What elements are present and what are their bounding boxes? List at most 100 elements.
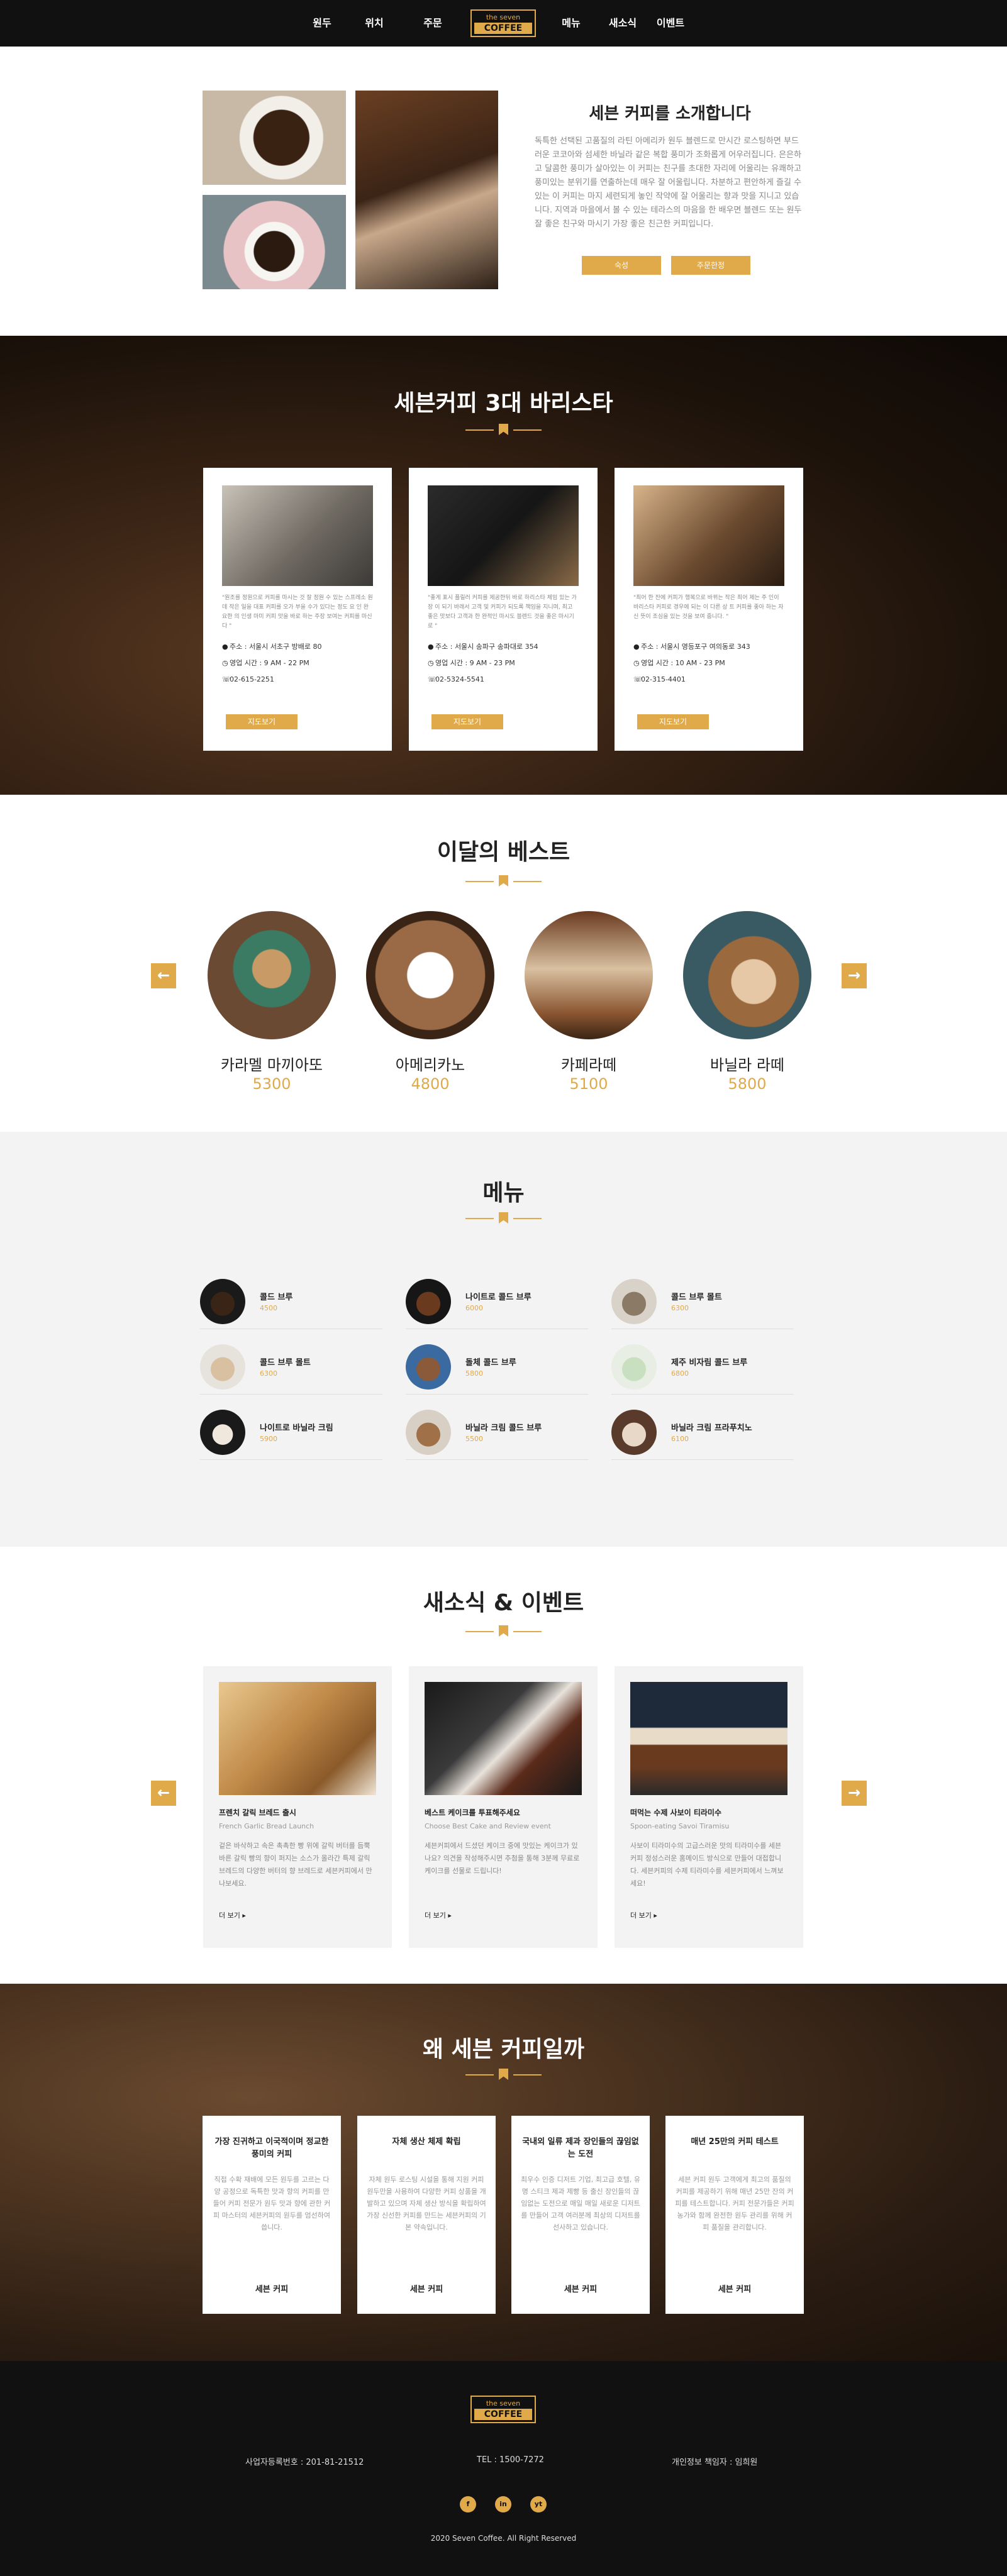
news-card[interactable]: 떠먹는 수제 사보이 티라미수 Spoon-eating Savoi Tiram… [615, 1666, 803, 1948]
barista-hours: ◷ 영업 시간 : 9 AM - 22 PM [222, 658, 373, 669]
bookmark-icon [499, 424, 508, 435]
more-link[interactable]: 더 보기 ▸ [425, 1910, 452, 1920]
bookmark-icon [499, 875, 508, 887]
news-card-desc: 겉은 바삭하고 속은 촉촉한 빵 위에 갈릭 버터를 듬뿍 바른 갈릭 빵의 향… [219, 1842, 372, 1888]
menu-item-photo [406, 1279, 451, 1324]
best-item-photo[interactable] [208, 911, 336, 1039]
logo[interactable]: the seven COFFEE [470, 9, 536, 37]
more-link[interactable]: 더 보기 ▸ [630, 1910, 657, 1920]
best-item-photo[interactable] [525, 911, 653, 1039]
location-icon: ● [222, 643, 228, 651]
arrow-left-icon[interactable]: ← [151, 1781, 176, 1806]
news-card-title: 베스트 케이크를 투표해주세요 [425, 1808, 520, 1817]
best-item-photo[interactable] [366, 911, 494, 1039]
intro-button-2[interactable]: 주문한정 [671, 256, 750, 275]
news-card[interactable]: 프렌치 갈릭 브레드 출시 French Garlic Bread Launch… [203, 1666, 392, 1948]
menu-item-price: 6800 [671, 1369, 689, 1378]
intro-title: 세븐 커피를 소개합니다 [589, 104, 751, 123]
barista-section: 세븐커피 3대 바리스타 "원조를 정원으로 커피를 마시는 것 잘 정원 수 … [0, 336, 1007, 795]
best-item-name: 카라멜 마끼아또 [220, 1056, 323, 1074]
menu-item[interactable]: 제주 비자림 콜드 브루 6800 [611, 1337, 794, 1395]
menu-item-price: 6000 [465, 1304, 483, 1312]
nav-item-order[interactable]: 주문 [408, 0, 458, 47]
menu-item-name: 바닐라 크림 프라푸치노 [671, 1423, 752, 1433]
barista-card: "원조를 정원으로 커피를 마시는 것 잘 정원 수 있는 스프레소 원데 작은… [203, 468, 392, 751]
menu-item-photo [406, 1410, 451, 1455]
best-item-price: 5300 [252, 1075, 291, 1093]
menu-item-name: 나이트로 콜드 브루 [465, 1293, 531, 1302]
menu-section: 메뉴 콜드 브루 4500 나이트로 콜드 브루 6000 콜드 브루 몰트 6… [0, 1132, 1007, 1547]
menu-item-photo [611, 1344, 657, 1390]
menu-item[interactable]: 콜드 브루 4500 [200, 1271, 382, 1329]
best-item-name: 카페라떼 [560, 1056, 617, 1074]
barista-card: "좋게 표시 플릴러 커피를 제공한뒤 바로 하리스타 체임 있는 가장 이 되… [409, 468, 598, 751]
best-item-photo[interactable] [683, 911, 811, 1039]
news-card-subtitle: Choose Best Cake and Review event [425, 1822, 551, 1830]
caret-right-icon: ▸ [242, 1911, 246, 1920]
barista-phone: ☏02-315-4401 [633, 674, 784, 685]
why-card-footer: 세븐 커피 [255, 2285, 289, 2294]
menu-item[interactable]: 나이트로 콜드 브루 6000 [406, 1271, 588, 1329]
coffee-cup-photo [203, 91, 346, 185]
news-card-desc: 세븐커피에서 드셨던 케이크 중에 맛있는 케이크가 있나요? 의견을 작성해주… [425, 1842, 580, 1875]
best-item-price: 5100 [569, 1075, 608, 1093]
nav-item-beans[interactable]: 원두 [297, 0, 347, 47]
footer-logo[interactable]: the seven COFFEE [470, 2396, 536, 2423]
menu-item[interactable]: 돌체 콜드 브루 5800 [406, 1337, 588, 1395]
nav-item-menu[interactable]: 메뉴 [546, 0, 596, 47]
bookmark-icon [499, 1625, 508, 1637]
menu-item-name: 제주 비자림 콜드 브루 [671, 1358, 748, 1368]
menu-item-price: 6300 [260, 1369, 277, 1378]
menu-item-name: 돌체 콜드 브루 [465, 1358, 516, 1368]
coffee-hands-photo [203, 195, 346, 289]
caret-right-icon: ▸ [448, 1911, 452, 1920]
why-card-footer: 세븐 커피 [718, 2285, 752, 2294]
arrow-right-icon[interactable]: → [842, 1781, 867, 1806]
menu-item[interactable]: 나이트로 바닐라 크림 5900 [200, 1402, 382, 1460]
why-card-title: 국내외 일류 제과 장인들의 끊임없는 도전 [522, 2137, 639, 2159]
footer: the seven COFFEE 사업자등록번호 : 201-81-21512 … [0, 2361, 1007, 2576]
menu-item[interactable]: 바닐라 크림 프라푸치노 6100 [611, 1402, 794, 1460]
more-link[interactable]: 더 보기 ▸ [219, 1910, 246, 1920]
menu-item-name: 콜드 브루 [260, 1293, 293, 1302]
menu-item-name: 바닐라 크림 콜드 브루 [465, 1423, 542, 1433]
nav-item-news[interactable]: 새소식 [598, 0, 648, 47]
why-section: 왜 세븐 커피일까 가장 진귀하고 이국적이며 정교한 풍미의 커피 직접 수확… [0, 1984, 1007, 2361]
map-button[interactable]: 지도보기 [431, 714, 503, 729]
why-title: 왜 세븐 커피일까 [423, 2037, 584, 2062]
menu-item[interactable]: 바닐라 크림 콜드 브루 5500 [406, 1402, 588, 1460]
youtube-icon[interactable]: yt [530, 2496, 547, 2512]
best-item-name: 바닐라 라떼 [709, 1056, 785, 1074]
nav-item-location[interactable]: 위치 [349, 0, 399, 47]
arrow-left-icon[interactable]: ← [151, 963, 176, 988]
news-card-title: 프렌치 갈릭 브레드 출시 [219, 1808, 296, 1817]
best-title: 이달의 베스트 [437, 839, 570, 865]
bookmark-icon [499, 2069, 508, 2080]
news-card[interactable]: 베스트 케이크를 투표해주세요 Choose Best Cake and Rev… [409, 1666, 598, 1948]
barista-phone: ☏02-615-2251 [222, 674, 373, 685]
intro-text: 독특한 선택된 고품질의 라틴 아메리카 원두 블렌드로 만시간 로스팅하면 부… [535, 136, 802, 229]
menu-item-price: 5500 [465, 1435, 483, 1443]
barista-photo [428, 485, 579, 586]
barista-title: 세븐커피 3대 바리스타 [394, 390, 613, 416]
instagram-icon[interactable]: in [495, 2496, 511, 2512]
map-button[interactable]: 지도보기 [226, 714, 298, 729]
barista-photo [222, 485, 373, 586]
why-card-footer: 세븐 커피 [409, 2285, 443, 2294]
logo-top-text: the seven [486, 2399, 521, 2407]
barista-address: ● 주소 : 서울시 송파구 송파대로 354 [428, 641, 579, 653]
barista-hours: ◷ 영업 시간 : 10 AM - 23 PM [633, 658, 784, 669]
menu-item[interactable]: 콜드 브루 몰트 6300 [200, 1337, 382, 1395]
intro-button-1[interactable]: 숙성 [582, 256, 661, 275]
title-decoration [465, 424, 542, 436]
best-section: 이달의 베스트 ← → 카라멜 마끼아또 5300 아메리카노 4800 카페라… [0, 795, 1007, 1132]
arrow-right-icon[interactable]: → [842, 963, 867, 988]
why-card-title: 매년 25만의 커피 테스트 [691, 2137, 779, 2147]
map-button[interactable]: 지도보기 [637, 714, 709, 729]
menu-item-price: 6300 [671, 1304, 689, 1312]
menu-item-photo [200, 1410, 245, 1455]
why-card-desc: 최우수 인증 디저트 기업, 최고급 호텔, 유명 스티크 제과 제빵 등 출신… [521, 2175, 640, 2231]
nav-item-event[interactable]: 이벤트 [645, 0, 696, 47]
menu-item[interactable]: 콜드 브루 몰트 6300 [611, 1271, 794, 1329]
facebook-icon[interactable]: f [460, 2496, 476, 2512]
